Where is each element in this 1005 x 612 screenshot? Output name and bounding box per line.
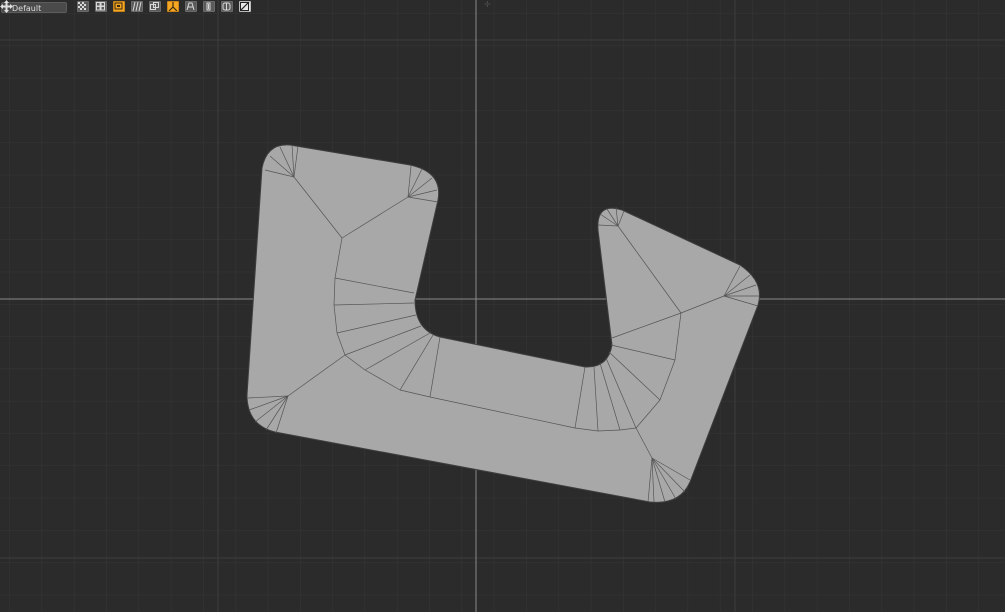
overlap-icon xyxy=(150,2,159,10)
distortion-icon xyxy=(186,2,195,11)
pin-icon xyxy=(168,2,178,11)
viewport-canvas[interactable] xyxy=(0,0,1005,612)
move-view-icon[interactable] xyxy=(0,0,13,13)
pin-button[interactable] xyxy=(167,1,179,12)
uv-shell-button[interactable] xyxy=(221,1,233,12)
stretch-icon xyxy=(206,2,211,11)
wireframe-toggle-button[interactable] xyxy=(239,1,251,12)
overlap-button[interactable] xyxy=(149,1,161,12)
checker-icon xyxy=(78,2,86,10)
stretch-button[interactable] xyxy=(203,1,215,12)
stripes-icon xyxy=(132,2,142,11)
uv-grid-button[interactable] xyxy=(95,1,107,12)
face-select-button[interactable] xyxy=(113,1,125,12)
uv-shell-icon xyxy=(222,2,231,11)
wireframe-toggle-icon xyxy=(240,2,250,11)
face-select-icon xyxy=(114,2,123,10)
distortion-button[interactable] xyxy=(185,1,197,12)
checker-button[interactable] xyxy=(77,1,89,12)
uv-grid xyxy=(0,0,1005,612)
uv-grid-icon xyxy=(96,2,105,11)
origin-marker-icon: ✛ xyxy=(484,0,491,9)
uv-viewport[interactable]: ✛ Default xyxy=(0,0,1005,612)
stripes-button[interactable] xyxy=(131,1,143,12)
